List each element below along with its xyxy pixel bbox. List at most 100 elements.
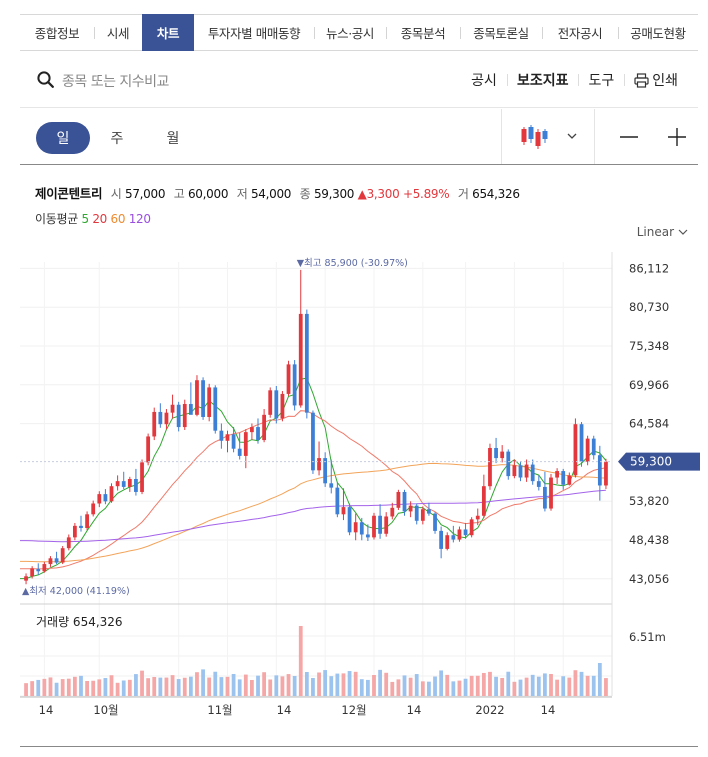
candle [280,393,285,419]
volume-bar [427,681,431,696]
volume-bar [24,683,28,696]
candle [134,478,138,492]
candle [359,522,364,535]
candle [24,576,28,581]
high-label: 고 [173,187,185,201]
tab-9[interactable]: 공매도현황 [618,15,698,50]
tab-3[interactable]: 차트 [142,14,194,51]
price-chart[interactable]: 86,112 80,730 75,348 69,966 64,584 53,820 48,4… [0,240,708,720]
volume-bar [494,676,498,696]
high-price: 60,000 [187,187,229,201]
volume-bar [341,673,346,696]
tab-7[interactable]: 종목토론실 [460,15,542,50]
tab-1[interactable]: 종합정보 [20,15,94,50]
volume-bar [237,679,242,696]
volume-bar [54,682,59,696]
candle [127,478,132,487]
volume-bar [134,674,138,696]
period-day-button[interactable]: 일 [36,122,90,154]
divider [501,109,502,164]
candle [91,503,96,515]
volume-bar [256,675,260,696]
volume-bar [536,676,541,696]
period-controls: 일 주 월 [20,109,698,165]
volume-bar [243,674,248,696]
volume-bar [158,677,163,696]
candle [109,486,114,502]
candle [42,564,47,572]
candle [115,481,120,487]
candle [579,424,584,462]
volume-bar [347,671,352,696]
search-icon[interactable] [37,71,54,88]
candle [79,525,83,529]
volume-bar [164,677,169,696]
moving-average-legend[interactable]: 이동평균 5 20 60 120 [35,210,151,227]
close-label: 종 [299,187,311,201]
indicators-button[interactable]: 보조지표 [506,70,579,90]
volume-bar [579,671,584,696]
candle [518,465,523,478]
tab-8[interactable]: 전자공시 [542,15,618,50]
candle [72,525,77,538]
candle [304,313,309,413]
volume-bar [48,677,53,696]
tab-2[interactable]: 시세 [94,15,142,50]
volume-bar [420,681,425,696]
volume-bar [469,675,474,696]
candle [561,471,566,485]
tab-4[interactable]: 투자자별 매매동향 [194,15,314,50]
volume-bar [152,676,157,696]
candle [445,535,450,549]
period-week-button[interactable]: 주 [102,122,132,154]
volume-bar [60,679,65,696]
tab-6[interactable]: 종목분석 [386,15,460,50]
close-price: 59,300 [313,187,355,201]
scale-selector[interactable]: Linear [637,225,688,239]
volume-bar [250,679,254,696]
candle [213,387,218,431]
volume-bar [72,676,77,696]
tab-5[interactable]: 뉴스·공시 [314,15,386,50]
volume-bar [146,678,151,696]
tools-button[interactable]: 도구 [578,70,624,90]
disclosure-button[interactable]: 공시 [461,70,507,90]
candlestick-type-selector[interactable] [520,123,590,151]
candle [121,481,126,487]
chart-toolbar: 종목 또는 지수비교 공시 보조지표 도구 인쇄 [20,52,698,108]
volume-bar [433,676,437,696]
price-tick-label: 69,966 [629,378,669,392]
volume-bar [66,678,71,696]
volume-bar [292,676,297,696]
period-month-button[interactable]: 월 [158,122,188,154]
volume-bar [518,679,523,696]
volume-bar [225,676,230,696]
open-label: 시 [110,187,122,201]
candle [524,464,529,478]
candle [433,513,437,531]
candle [268,390,273,415]
candle [567,475,572,485]
volume-bar [115,682,120,696]
volume-bar [311,678,315,696]
zoom-in-button[interactable] [666,123,688,151]
candle [195,380,199,415]
volume-bar [219,677,224,696]
candle [543,486,547,509]
chevron-down-icon [567,133,577,139]
volume-bar [530,674,535,696]
volume-bar [213,671,218,696]
tool-links: 공시 보조지표 도구 인쇄 [461,70,688,90]
candle [237,448,242,456]
zoom-out-button[interactable] [618,123,640,151]
print-button[interactable]: 인쇄 [624,70,688,90]
compare-search-input[interactable]: 종목 또는 지수비교 [62,71,169,91]
volume-bar [188,676,193,696]
volume-label: 거 [457,187,469,201]
current-price-label: 59,300 [630,455,672,469]
candle [152,411,157,437]
low-price-marker: ▲최저 42,000 (41.19%) [22,586,130,597]
candle [85,514,89,529]
ma-legend-label: 이동평균 [35,212,78,226]
candle [536,481,541,487]
